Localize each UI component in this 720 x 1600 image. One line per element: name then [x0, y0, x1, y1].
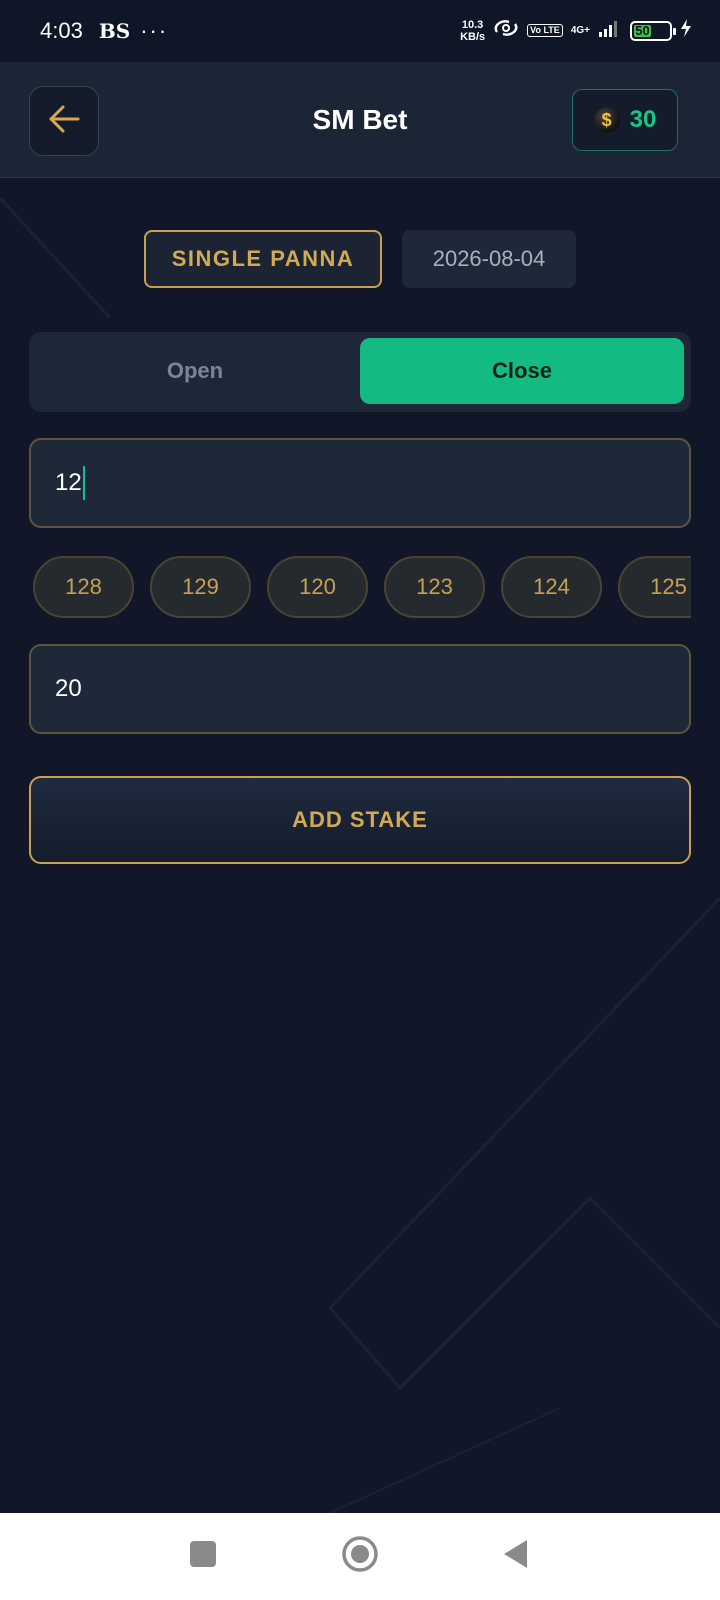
- bet-date[interactable]: 2026-08-04: [402, 230, 576, 288]
- recents-button[interactable]: [163, 1513, 243, 1600]
- stake-amount-input[interactable]: 20: [29, 644, 691, 734]
- recents-icon: [189, 1540, 217, 1573]
- session-toggle: Open Close: [29, 332, 691, 412]
- suggestion-chip[interactable]: 123: [384, 556, 485, 618]
- status-carrier: BS: [98, 19, 131, 43]
- system-nav-bar: [0, 1513, 720, 1600]
- net-speed-value: 10.3: [461, 18, 484, 31]
- status-time: 4:03: [40, 18, 83, 43]
- volte-icon: Vo LTE: [527, 24, 563, 37]
- open-session-button[interactable]: Open: [35, 338, 355, 404]
- balance-value: 30: [629, 106, 657, 133]
- hotspot-icon: [493, 18, 519, 43]
- battery-fill: 50: [634, 23, 651, 38]
- home-button[interactable]: [320, 1513, 400, 1600]
- wallet-balance[interactable]: $ 30: [572, 89, 678, 151]
- triangle-back-icon: [501, 1538, 529, 1575]
- app-header: SM Bet $ 30: [0, 62, 720, 178]
- network-type: 4G+: [570, 24, 590, 36]
- game-type-badge: SINGLE PANNA: [144, 230, 382, 288]
- suggestion-chip[interactable]: 129: [150, 556, 251, 618]
- coin-icon: $: [593, 107, 620, 133]
- back-nav-button[interactable]: [475, 1513, 555, 1600]
- suggestion-chip[interactable]: 124: [501, 556, 602, 618]
- suggestion-chip[interactable]: 128: [33, 556, 134, 618]
- battery-level: 50: [635, 23, 650, 38]
- status-bar: 4:03 BS ··· 10.3 KB/s Vo LTE 4G+ 50: [0, 0, 720, 62]
- panna-number-value: 12: [55, 469, 82, 496]
- panna-number-input[interactable]: 12: [29, 438, 691, 528]
- suggestion-chip[interactable]: 120: [267, 556, 368, 618]
- add-stake-button[interactable]: ADD STAKE: [29, 776, 691, 864]
- status-more-icon: ···: [140, 18, 169, 43]
- home-icon: [341, 1535, 379, 1578]
- stake-amount-value: 20: [55, 675, 82, 702]
- charging-icon: [680, 18, 692, 43]
- signal-icon: [598, 18, 622, 43]
- net-speed: 10.3 KB/s: [460, 19, 485, 43]
- close-session-button[interactable]: Close: [360, 338, 684, 404]
- net-speed-unit: KB/s: [460, 30, 486, 43]
- battery-icon: 50: [630, 20, 676, 41]
- status-indicators: 10.3 KB/s Vo LTE 4G+ 50: [460, 18, 692, 43]
- text-cursor: [82, 466, 85, 500]
- suggestion-chip[interactable]: 125: [618, 556, 691, 618]
- number-suggestions: 128 129 120 123 124 125: [33, 556, 691, 620]
